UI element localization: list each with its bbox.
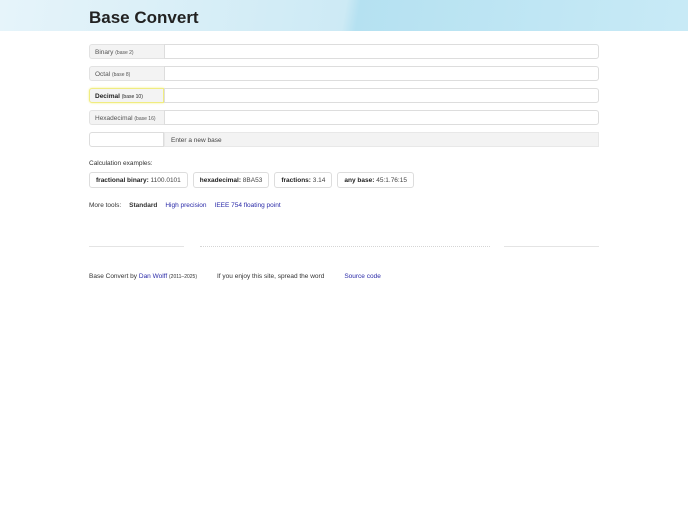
new-base-label: Enter a new base [164,132,599,147]
example-hexadecimal[interactable]: hexadecimal: 8BA53 [192,172,270,188]
footer-prefix: Base Convert by [89,273,138,280]
octal-row: Octal (base 8) [89,66,599,81]
hexadecimal-base: (base 16) [134,116,156,122]
decimal-base: (base 10) [121,94,143,100]
hexadecimal-label: Hexadecimal (base 16) [89,110,164,125]
example-value: 8BA53 [242,177,263,184]
divider-dots [200,246,490,247]
octal-input[interactable] [164,66,599,81]
example-fractional-binary[interactable]: fractional binary: 1100.0101 [89,172,188,188]
octal-base: (base 8) [111,72,131,78]
binary-label: Binary (base 2) [89,44,164,59]
decimal-label: Decimal (base 10) [89,88,164,103]
examples-list: fractional binary: 1100.0101 hexadecimal… [89,172,414,188]
binary-input[interactable] [164,44,599,59]
example-value: 3.14 [312,177,326,184]
more-tools-label: More tools: [89,202,122,209]
share-text: If you enjoy this site, spread the word [217,273,325,280]
example-label: fractions: [281,177,311,184]
new-base-row: Enter a new base [89,132,599,147]
hexadecimal-input[interactable] [164,110,599,125]
tool-high-precision-link[interactable]: High precision [165,202,206,209]
decimal-input[interactable] [164,88,599,103]
octal-name: Octal [95,71,111,78]
example-value: 45:1.76:15 [376,177,407,184]
footer-years: (2011–2025) [169,274,197,280]
more-tools: More tools: Standard High precision IEEE… [89,202,281,209]
example-fractions[interactable]: fractions: 3.14 [274,172,333,188]
decimal-row: Decimal (base 10) [89,88,599,103]
example-any-base[interactable]: any base: 45:1.76:15 [337,172,414,188]
example-value: 1100.0101 [150,177,181,184]
footer: Base Convert by Dan Wolff (2011–2025) If… [89,273,381,280]
page-title: Base Convert [89,8,199,27]
divider-left [89,246,184,247]
octal-label: Octal (base 8) [89,66,164,81]
binary-row: Binary (base 2) [89,44,599,59]
hexadecimal-name: Hexadecimal [95,115,133,122]
tool-standard: Standard [129,202,158,209]
example-label: fractional binary: [96,177,149,184]
examples-title: Calculation examples: [89,160,153,167]
decimal-name: Decimal [95,93,120,100]
tool-ieee754-link[interactable]: IEEE 754 floating point [215,202,281,209]
new-base-input[interactable] [89,132,164,147]
example-label: hexadecimal: [199,177,241,184]
example-label: any base: [344,177,375,184]
binary-name: Binary [95,49,114,56]
binary-base: (base 2) [115,50,134,56]
divider-right [504,246,599,247]
author-link[interactable]: Dan Wolff [139,273,167,280]
hexadecimal-row: Hexadecimal (base 16) [89,110,599,125]
header: Base Convert [0,0,688,31]
source-code-link[interactable]: Source code [344,273,381,280]
